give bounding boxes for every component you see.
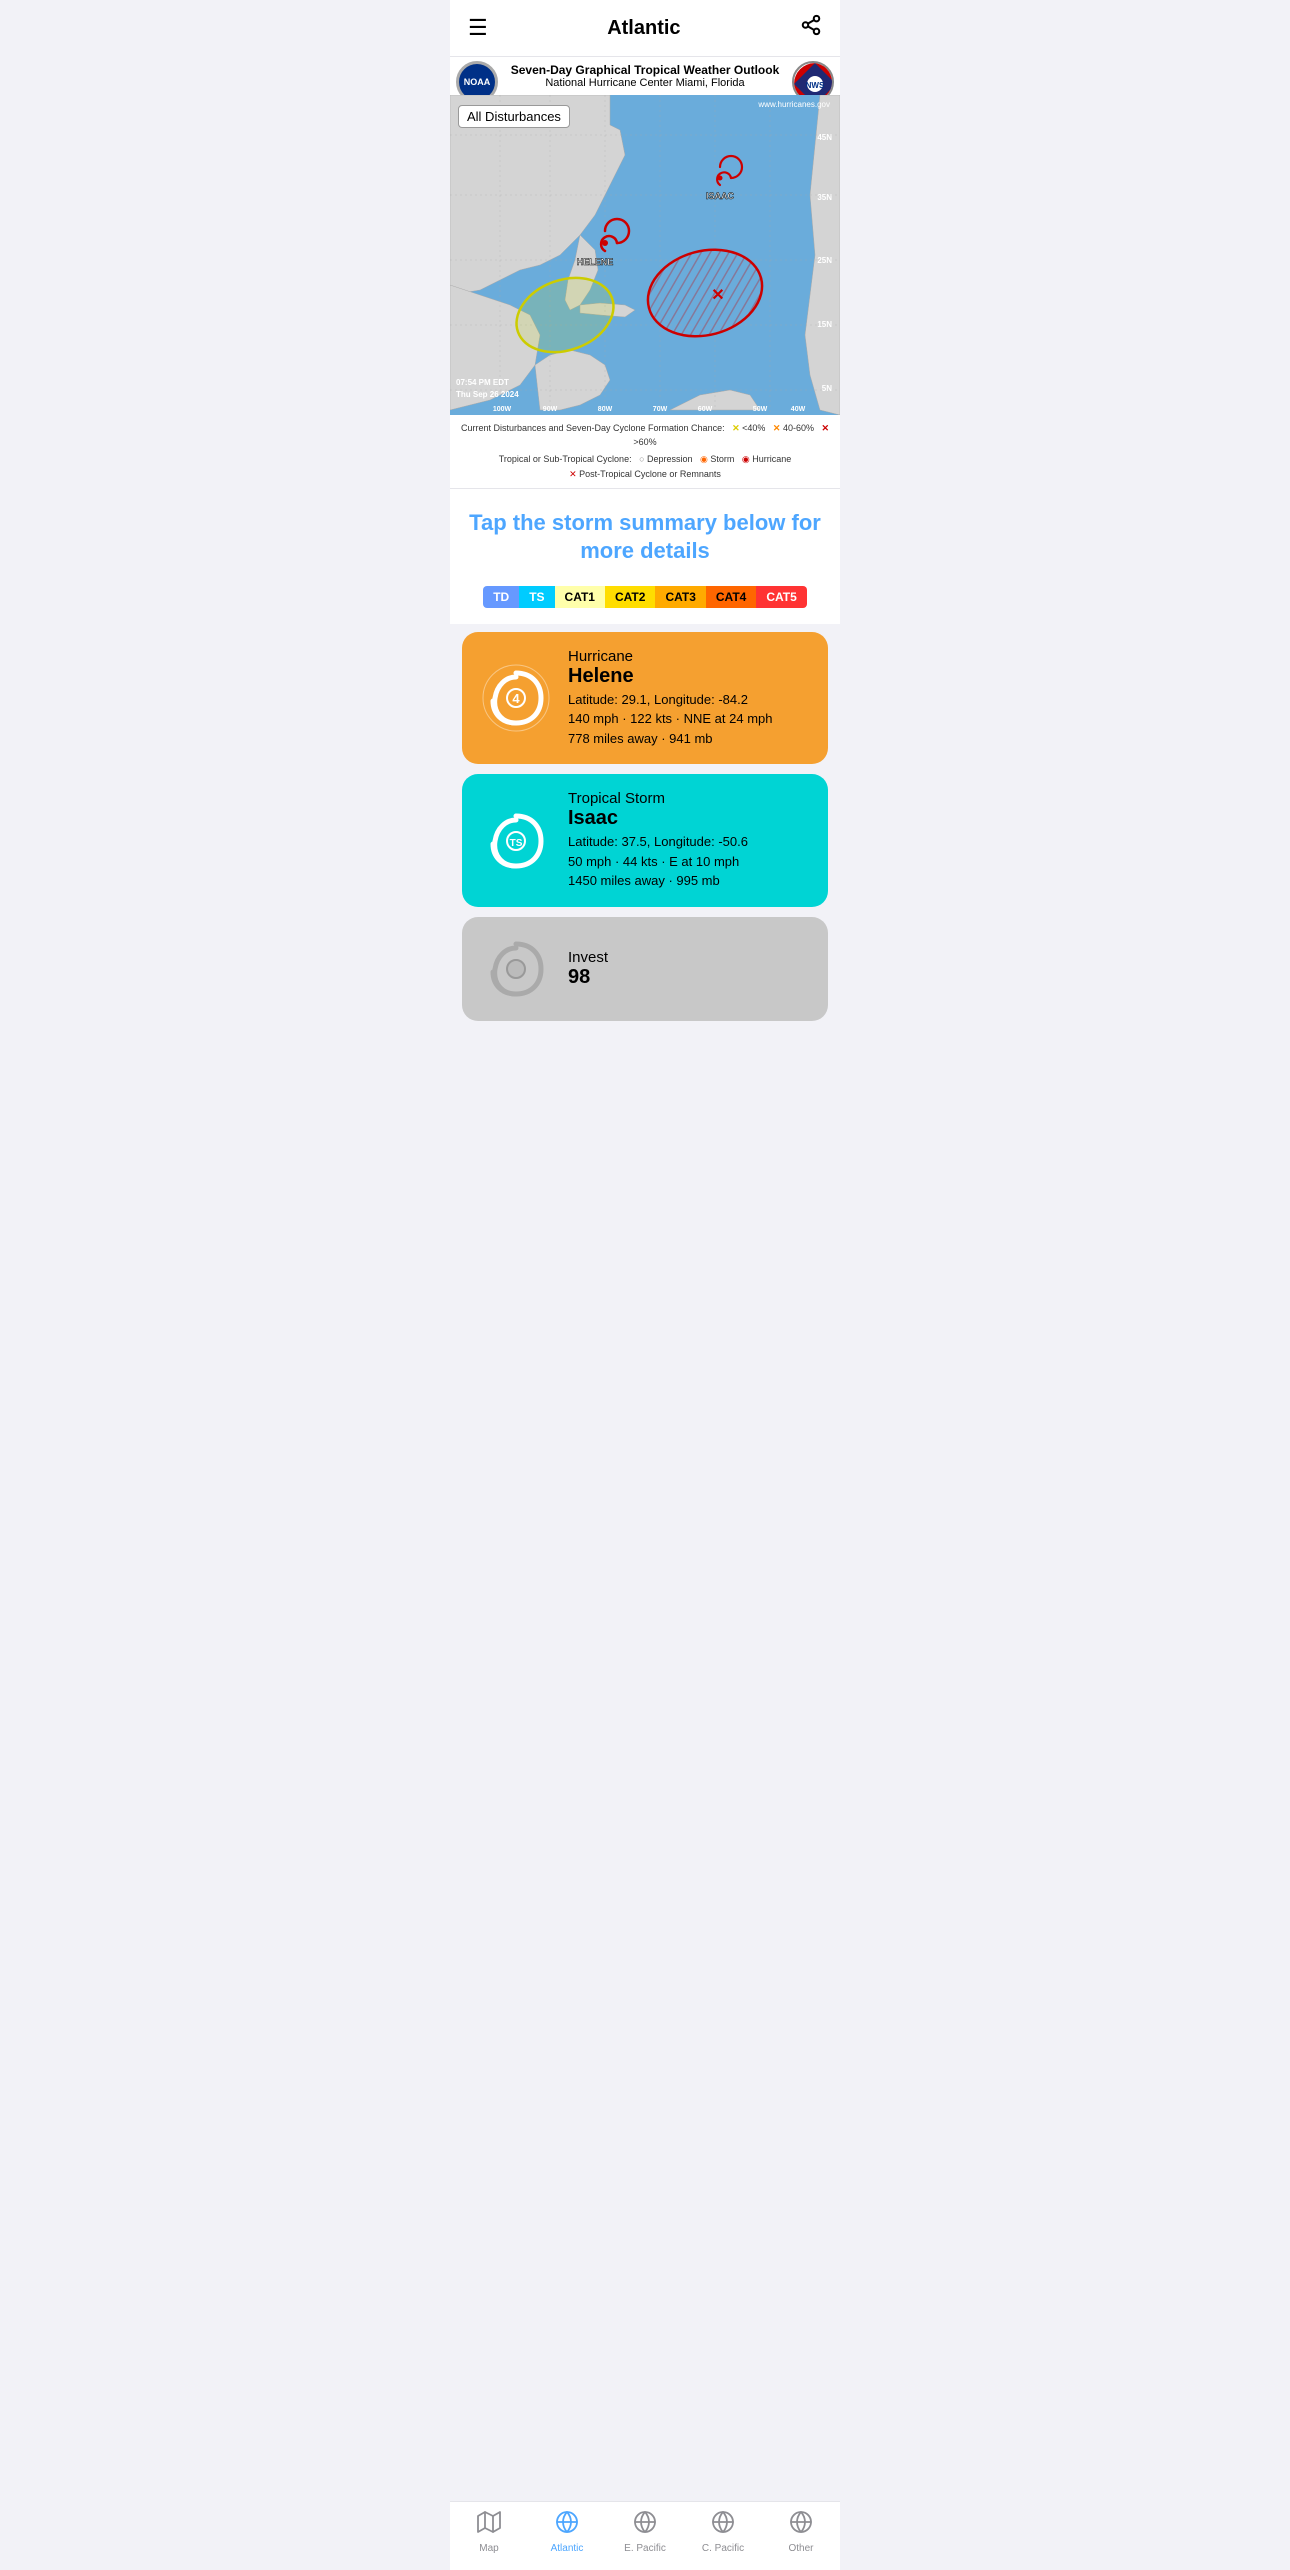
svg-text:50W: 50W — [753, 406, 768, 413]
map-legend: Current Disturbances and Seven-Day Cyclo… — [450, 415, 840, 489]
svg-text:www.hurricanes.gov: www.hurricanes.gov — [757, 100, 830, 109]
map-section: NOAA NWS Seven-Day Graphical Tropical We… — [450, 57, 840, 489]
storm-card-isaac[interactable]: TS Tropical Storm Isaac Latitude: 37.5, … — [462, 774, 828, 907]
storm-card-invest98[interactable]: Invest 98 — [462, 917, 828, 1021]
svg-text:100W: 100W — [493, 406, 512, 413]
isaac-icon: TS — [480, 805, 552, 877]
tab-atlantic[interactable]: Atlantic — [528, 2510, 606, 2554]
tab-cpacific[interactable]: C. Pacific — [684, 2510, 762, 2554]
svg-text:07:54 PM EDT: 07:54 PM EDT — [456, 378, 509, 387]
svg-text:80W: 80W — [598, 406, 613, 413]
share-icon[interactable] — [800, 14, 822, 42]
svg-text:35N: 35N — [817, 193, 832, 202]
cat-2[interactable]: CAT2 — [605, 586, 655, 608]
invest98-info: Invest 98 — [568, 949, 810, 989]
all-disturbances-badge[interactable]: All Disturbances — [458, 105, 570, 128]
tab-epacific[interactable]: E. Pacific — [606, 2510, 684, 2554]
svg-text:5N: 5N — [822, 384, 832, 393]
tab-map-label: Map — [479, 2543, 498, 2554]
map-title: Seven-Day Graphical Tropical Weather Out… — [500, 63, 790, 77]
atlantic-tab-icon — [555, 2510, 579, 2540]
tab-cpacific-label: C. Pacific — [702, 2543, 744, 2554]
helene-icon: 4 — [480, 662, 552, 734]
helene-info: Hurricane Helene Latitude: 29.1, Longitu… — [568, 648, 810, 749]
cat-3[interactable]: CAT3 — [655, 586, 705, 608]
tab-other-label: Other — [788, 2543, 813, 2554]
cpacific-tab-icon — [711, 2510, 735, 2540]
other-tab-icon — [789, 2510, 813, 2540]
svg-text:✕: ✕ — [711, 287, 724, 304]
helene-name: Helene — [568, 665, 810, 688]
category-bar: TD TS CAT1 CAT2 CAT3 CAT4 CAT5 — [450, 586, 840, 624]
cat-1[interactable]: CAT1 — [555, 586, 605, 608]
svg-text:60W: 60W — [698, 406, 713, 413]
storm-card-helene[interactable]: 4 Hurricane Helene Latitude: 29.1, Longi… — [462, 632, 828, 765]
tab-other[interactable]: Other — [762, 2510, 840, 2554]
isaac-type: Tropical Storm — [568, 790, 810, 807]
svg-text:40W: 40W — [791, 406, 806, 413]
header: ☰ Atlantic — [450, 0, 840, 57]
svg-text:15N: 15N — [817, 320, 832, 329]
svg-text:70W: 70W — [653, 406, 668, 413]
invest98-name: 98 — [568, 966, 810, 989]
invest98-type: Invest — [568, 949, 810, 966]
menu-icon[interactable]: ☰ — [468, 15, 488, 41]
svg-text:TS: TS — [510, 838, 523, 849]
tab-epacific-label: E. Pacific — [624, 2543, 666, 2554]
tap-prompt-text: Tap the storm summary below for more det… — [466, 509, 824, 566]
invest98-icon — [480, 933, 552, 1005]
storm-cards-list: 4 Hurricane Helene Latitude: 29.1, Longi… — [450, 624, 840, 1029]
tab-map[interactable]: Map — [450, 2510, 528, 2554]
svg-text:90W: 90W — [543, 406, 558, 413]
svg-text:25N: 25N — [817, 256, 832, 265]
isaac-info: Tropical Storm Isaac Latitude: 37.5, Lon… — [568, 790, 810, 891]
cat-td[interactable]: TD — [483, 586, 519, 608]
tab-bar: Map Atlantic E. Pacific — [450, 2501, 840, 2570]
map-image[interactable]: HELENE ISAAC ✕ 45N 35N 25N — [450, 95, 840, 415]
map-tab-icon — [477, 2510, 501, 2540]
svg-text:45N: 45N — [817, 133, 832, 142]
tab-atlantic-label: Atlantic — [551, 2543, 584, 2554]
svg-text:Thu Sep 26 2024: Thu Sep 26 2024 — [456, 390, 519, 399]
cat-ts[interactable]: TS — [519, 586, 554, 608]
svg-text:HELENE: HELENE — [577, 257, 614, 267]
isaac-name: Isaac — [568, 807, 810, 830]
page-title: Atlantic — [607, 17, 680, 40]
epacific-tab-icon — [633, 2510, 657, 2540]
cat-4[interactable]: CAT4 — [706, 586, 756, 608]
cat-5[interactable]: CAT5 — [756, 586, 806, 608]
tap-prompt-section: Tap the storm summary below for more det… — [450, 489, 840, 586]
svg-text:NWS: NWS — [806, 81, 825, 90]
map-subtitle: National Hurricane Center Miami, Florida — [500, 77, 790, 89]
helene-type: Hurricane — [568, 648, 810, 665]
svg-text:ISAAC: ISAAC — [706, 191, 735, 201]
isaac-details: Latitude: 37.5, Longitude: -50.6 50 mph … — [568, 832, 810, 891]
helene-details: Latitude: 29.1, Longitude: -84.2 140 mph… — [568, 690, 810, 749]
svg-text:4: 4 — [512, 691, 520, 706]
